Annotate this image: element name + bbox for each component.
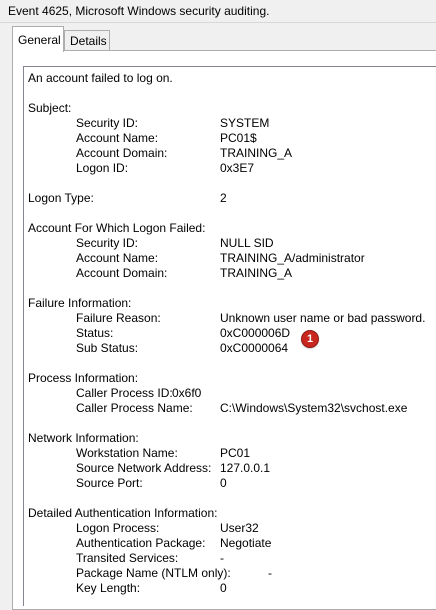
tab-general[interactable]: General [12, 26, 64, 52]
field-value: User32 [220, 521, 259, 535]
field-value: 0 [220, 581, 227, 595]
field-label: Key Length: [76, 581, 141, 595]
field-label: Failure Reason: [76, 311, 161, 325]
field-label: Account Name: [76, 251, 159, 265]
field-value: TRAINING_A [220, 146, 293, 160]
field-label: Account Name: [76, 131, 159, 145]
field-value: 127.0.0.1 [220, 461, 271, 475]
field-label: Status: [76, 326, 114, 340]
field-value: C:\Windows\System32\svchost.exe [220, 401, 408, 415]
field-label: Logon Process: [76, 521, 160, 535]
field-value: SYSTEM [220, 116, 270, 130]
field-value: PC01$ [220, 131, 257, 145]
process-heading: Process Information: [28, 371, 139, 385]
field-value: Unknown user name or bad password. [220, 311, 426, 325]
field-value: Negotiate [220, 536, 272, 550]
subject-heading: Subject: [28, 101, 72, 115]
event-headline: An account failed to log on. [28, 71, 173, 85]
window-titlebar: Event 4625, Microsoft Windows security a… [0, 0, 436, 23]
network-heading: Network Information: [28, 431, 139, 445]
field-label: Caller Process Name: [76, 401, 193, 415]
field-value: 0 [220, 476, 227, 490]
field-value: 0x6f0 [172, 386, 202, 400]
failed-account-heading: Account For Which Logon Failed: [28, 221, 206, 235]
field-label: Source Port: [76, 476, 143, 490]
field-label: Account Domain: [76, 146, 168, 160]
tab-strip: General Details [0, 26, 436, 52]
field-label: Source Network Address: [76, 461, 212, 475]
annotation-marker: 1 [302, 331, 318, 347]
field-label: Account Domain: [76, 266, 168, 280]
field-label: Authentication Package: [76, 536, 206, 550]
field-label: Sub Status: [76, 341, 139, 355]
field-value: NULL SID [220, 236, 274, 250]
logon-type-value: 2 [220, 191, 227, 205]
field-label: Caller Process ID: [76, 386, 173, 400]
field-label: Logon ID: [76, 161, 129, 175]
window-title: Event 4625, Microsoft Windows security a… [8, 4, 270, 18]
field-value: TRAINING_A/administrator [220, 251, 365, 265]
field-value: TRAINING_A [220, 266, 293, 280]
field-label: Security ID: [76, 236, 139, 250]
field-value: - [268, 566, 272, 580]
logon-type-label: Logon Type: [28, 191, 94, 205]
field-value: - [220, 551, 224, 565]
field-label: Package Name (NTLM only): [76, 566, 231, 580]
field-label: Security ID: [76, 116, 139, 130]
field-value: 0xC0000064 [220, 341, 289, 355]
tab-details[interactable]: Details [64, 30, 110, 50]
auth-heading: Detailed Authentication Information: [28, 506, 218, 520]
event-description-textbox[interactable]: An account failed to log on. Subject: Se… [23, 66, 436, 606]
field-label: Workstation Name: [76, 446, 178, 460]
field-label: Transited Services: [76, 551, 179, 565]
field-value: 0xC000006D [220, 326, 291, 340]
field-value: 0x3E7 [220, 161, 255, 175]
failure-heading: Failure Information: [28, 296, 132, 310]
field-value: PC01 [220, 446, 251, 460]
